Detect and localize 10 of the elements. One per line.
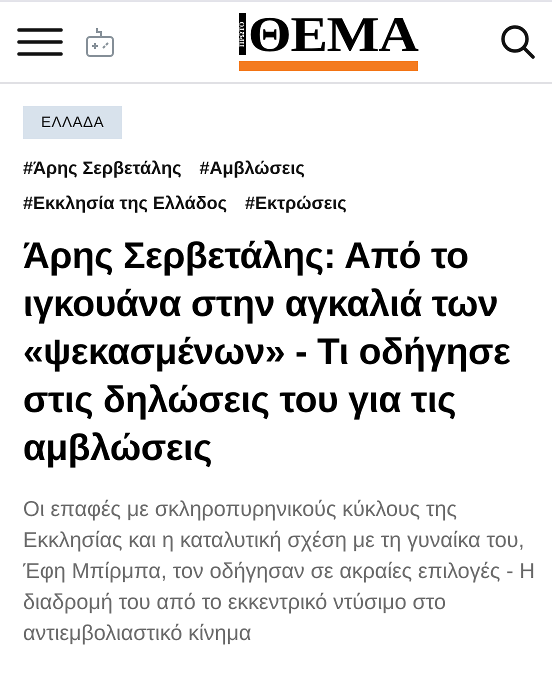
- category-tag[interactable]: ΕΛΛΑΔΑ: [23, 106, 122, 139]
- search-icon[interactable]: [500, 24, 536, 60]
- menu-icon[interactable]: [17, 28, 63, 56]
- tag-link[interactable]: #Αμβλώσεις: [199, 158, 305, 179]
- article-headline: Άρης Σερβετάλης: Από το ιγκουάνα στην αγκαλιά των «ψεκασμένων» - Τι οδήγησε στις δηλώσεις του για τις αμβλώσεις: [23, 234, 512, 470]
- tag-link[interactable]: #Εκκλησία της Ελλάδος: [23, 193, 228, 214]
- article-summary: Οι επαφές με σκληροπυρηνικούς κύκλους της Εκκλησίας και η καταλυτική σχέση με τη γυναίκα του, Έφη Μπίρμπα, τον οδήγησαν σε ακραίες επιλογές - Η διαδρομή του από το εκκεντρικό ντύσιμο στο αντιεμβολιαστικό κίνημα: [23, 496, 536, 647]
- tag-link[interactable]: #Εκτρώσεις: [245, 193, 347, 214]
- gamepad-icon[interactable]: [85, 26, 115, 58]
- tag-link[interactable]: #Άρης Σερβετάλης: [23, 158, 182, 179]
